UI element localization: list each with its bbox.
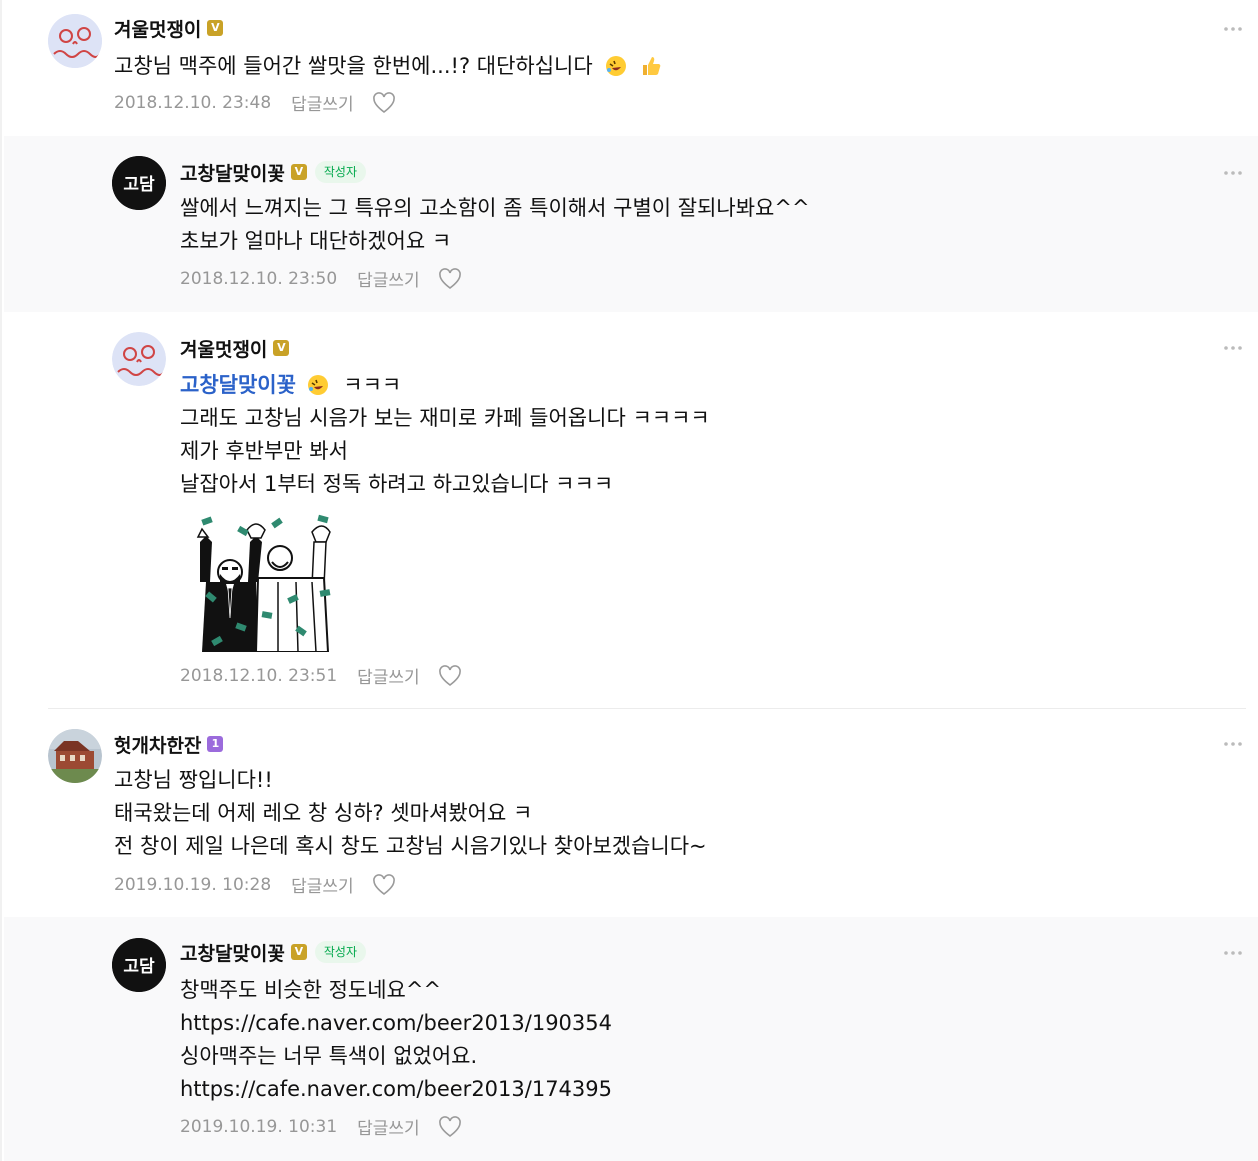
comment-date: 2018.12.10. 23:48 (114, 92, 272, 113)
thumbs-up-emoji (643, 57, 661, 75)
comment-text: 고창님 짱입니다!! (114, 768, 273, 792)
comment-text: 초보가 얼마나 대단하겠어요 ㅋ (180, 229, 452, 253)
verified-badge-icon: V (273, 340, 290, 356)
reply-item: 고담 고창달맞이꽃 V 작성자 창맥주도 비슷한 정도네요^^ https://… (4, 917, 1258, 1161)
nickname[interactable]: 겨울멋쟁이 (180, 335, 267, 362)
comment-text: 태국왔는데 어제 레오 창 싱하? 셋마셔봤어요 ㅋ (114, 801, 533, 825)
comment-item: 겨울멋쟁이 V 고창님 맥주에 들어간 쌀맛을 한번에...!? 대단하십니다 … (4, 0, 1258, 136)
comment-list: 겨울멋쟁이 V 고창님 맥주에 들어간 쌀맛을 한번에...!? 대단하십니다 … (0, 0, 1258, 1161)
reply-button[interactable]: 답글쓰기 (291, 872, 354, 897)
comment-text: 창맥주도 비슷한 정도네요^^ (180, 978, 442, 1002)
verified-badge-icon: V (290, 164, 307, 180)
comment-date: 2018.12.10. 23:50 (180, 268, 338, 289)
reply-button[interactable]: 답글쓰기 (357, 266, 420, 291)
comment-link[interactable]: https://cafe.naver.com/beer2013/174395 (180, 1073, 612, 1106)
heart-icon[interactable] (438, 1115, 462, 1138)
nickname[interactable]: 겨울멋쟁이 (114, 15, 201, 42)
nickname[interactable]: 고창달맞이꽃 (180, 939, 285, 966)
more-options-icon[interactable] (1222, 168, 1244, 178)
rolling-laughing-emoji (606, 56, 627, 76)
avatar[interactable] (48, 729, 102, 783)
reply-button[interactable]: 답글쓰기 (357, 663, 420, 688)
member-level-badge-icon: 1 (207, 736, 224, 752)
avatar-text: 고담 (123, 957, 155, 977)
heart-icon[interactable] (438, 664, 462, 687)
author-badge: 작성자 (314, 941, 367, 963)
comment-date: 2018.12.10. 23:51 (180, 665, 338, 686)
avatar[interactable] (48, 14, 102, 68)
comment-date: 2019.10.19. 10:31 (180, 1116, 338, 1137)
comment-link[interactable]: https://cafe.naver.com/beer2013/190354 (180, 1007, 612, 1040)
comment-body: 쌀에서 느껴지는 그 특유의 고소함이 좀 특이해서 구별이 잘되나봐요^^ 초… (180, 192, 810, 258)
heart-icon[interactable] (372, 873, 396, 896)
comment-text: 싱아맥주는 너무 특색이 없었어요. (180, 1044, 478, 1068)
rolling-laughing-emoji (307, 375, 328, 395)
comment-text: 날잡아서 1부터 정독 하려고 하고있습니다 ㅋㅋㅋ (180, 472, 614, 496)
money-rain-sticker (196, 514, 331, 652)
more-options-icon[interactable] (1222, 948, 1244, 958)
comment-text: 고창님 맥주에 들어간 쌀맛을 한번에...!? 대단하십니다 (114, 54, 593, 78)
reply-button[interactable]: 답글쓰기 (291, 90, 354, 115)
comment-text: 그래도 고창님 시음가 보는 재미로 카페 들어옵니다 ㅋㅋㅋㅋ (180, 406, 710, 430)
author-badge: 작성자 (314, 161, 367, 183)
comment-date: 2019.10.19. 10:28 (114, 874, 272, 895)
verified-badge-icon: V (290, 944, 307, 960)
more-options-icon[interactable] (1222, 343, 1244, 353)
avatar[interactable]: 고담 (112, 156, 166, 210)
verified-badge-icon: V (207, 20, 224, 36)
avatar[interactable] (112, 332, 166, 386)
comment-text: 전 창이 제일 나은데 혹시 창도 고창님 시음기있나 찾아보겠습니다~ (114, 834, 707, 858)
comment-body: 고창님 맥주에 들어간 쌀맛을 한번에...!? 대단하십니다 (114, 50, 662, 83)
heart-icon[interactable] (372, 91, 396, 114)
comment-text: 제가 후반부만 봐서 (180, 439, 348, 463)
nickname[interactable]: 고창달맞이꽃 (180, 159, 285, 186)
comment-body: 고창달맞이꽃 ㅋㅋㅋ 그래도 고창님 시음가 보는 재미로 카페 들어옵니다 ㅋ… (180, 369, 710, 501)
avatar-text: 고담 (123, 175, 155, 195)
avatar[interactable]: 고담 (112, 938, 166, 992)
reply-button[interactable]: 답글쓰기 (357, 1114, 420, 1139)
reply-item: 겨울멋쟁이 V 고창달맞이꽃 ㅋㅋㅋ 그래도 고창님 시음가 보는 재미로 카페… (4, 312, 1258, 708)
heart-icon[interactable] (438, 267, 462, 290)
comment-item: 헛개차한잔 1 고창님 짱입니다!! 태국왔는데 어제 레오 창 싱하? 셋마셔… (4, 709, 1258, 917)
comment-body: 창맥주도 비슷한 정도네요^^ https://cafe.naver.com/b… (180, 974, 612, 1106)
nickname[interactable]: 헛개차한잔 (114, 731, 201, 758)
mention-link[interactable]: 고창달맞이꽃 (180, 373, 296, 397)
reply-item: 고담 고창달맞이꽃 V 작성자 쌀에서 느껴지는 그 특유의 고소함이 좀 특이… (4, 136, 1258, 312)
more-options-icon[interactable] (1222, 739, 1244, 749)
comment-text: 쌀에서 느껴지는 그 특유의 고소함이 좀 특이해서 구별이 잘되나봐요^^ (180, 196, 810, 220)
comment-body: 고창님 짱입니다!! 태국왔는데 어제 레오 창 싱하? 셋마셔봤어요 ㅋ 전 … (114, 764, 707, 863)
comment-text: ㅋㅋㅋ (343, 373, 402, 397)
more-options-icon[interactable] (1222, 24, 1244, 34)
